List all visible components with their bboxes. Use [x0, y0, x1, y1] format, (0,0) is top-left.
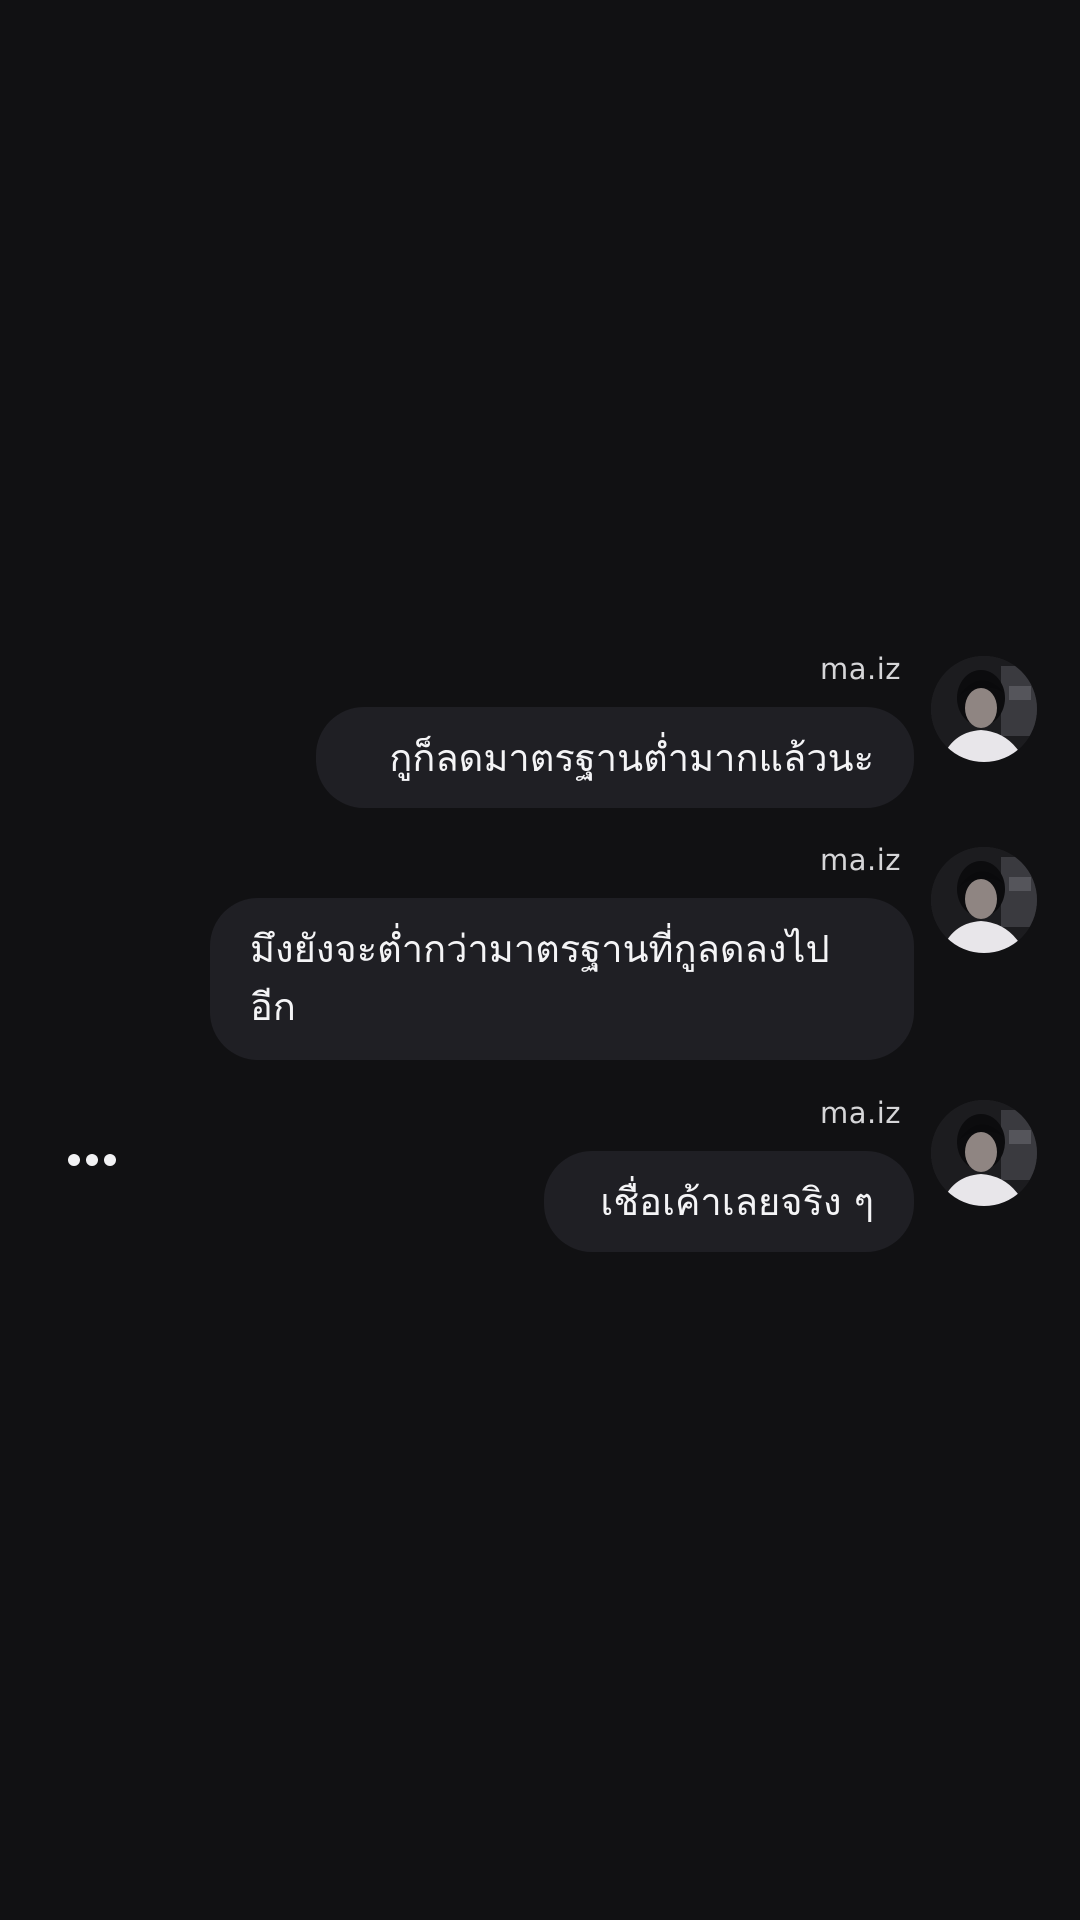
- dot: [86, 1154, 98, 1166]
- avatar-image-icon: [931, 847, 1037, 953]
- avatar-image-icon: [931, 656, 1037, 762]
- dot: [104, 1154, 116, 1166]
- message-text: เชื่อเค้าเลยจริง ๆ: [600, 1180, 874, 1224]
- message-text: กูก็ลดมาตรฐานต่ำมากแล้วนะ: [389, 736, 874, 780]
- sender-name: ma.iz: [819, 652, 901, 686]
- message-text-line: อีก: [250, 985, 296, 1029]
- dot: [68, 1154, 80, 1166]
- message-text-line: มึงยังจะต่ำกว่ามาตรฐานที่กูลดลงไป: [250, 927, 830, 971]
- avatar[interactable]: [931, 847, 1037, 953]
- avatar[interactable]: [931, 656, 1037, 762]
- chat-screen: ma.iz กูก็ลดมาตรฐานต่ำมากแล้วนะ ma.iz มึ…: [0, 0, 1080, 1920]
- avatar-image-icon: [931, 1100, 1037, 1206]
- message-bubble[interactable]: กูก็ลดมาตรฐานต่ำมากแล้วนะ: [316, 707, 914, 808]
- message-bubble[interactable]: มึงยังจะต่ำกว่ามาตรฐานที่กูลดลงไป อีก: [210, 898, 914, 1060]
- avatar[interactable]: [931, 1100, 1037, 1206]
- more-horizontal-icon[interactable]: [68, 1150, 122, 1170]
- sender-name: ma.iz: [819, 843, 901, 877]
- message-bubble[interactable]: เชื่อเค้าเลยจริง ๆ: [544, 1151, 914, 1252]
- sender-name: ma.iz: [819, 1096, 901, 1130]
